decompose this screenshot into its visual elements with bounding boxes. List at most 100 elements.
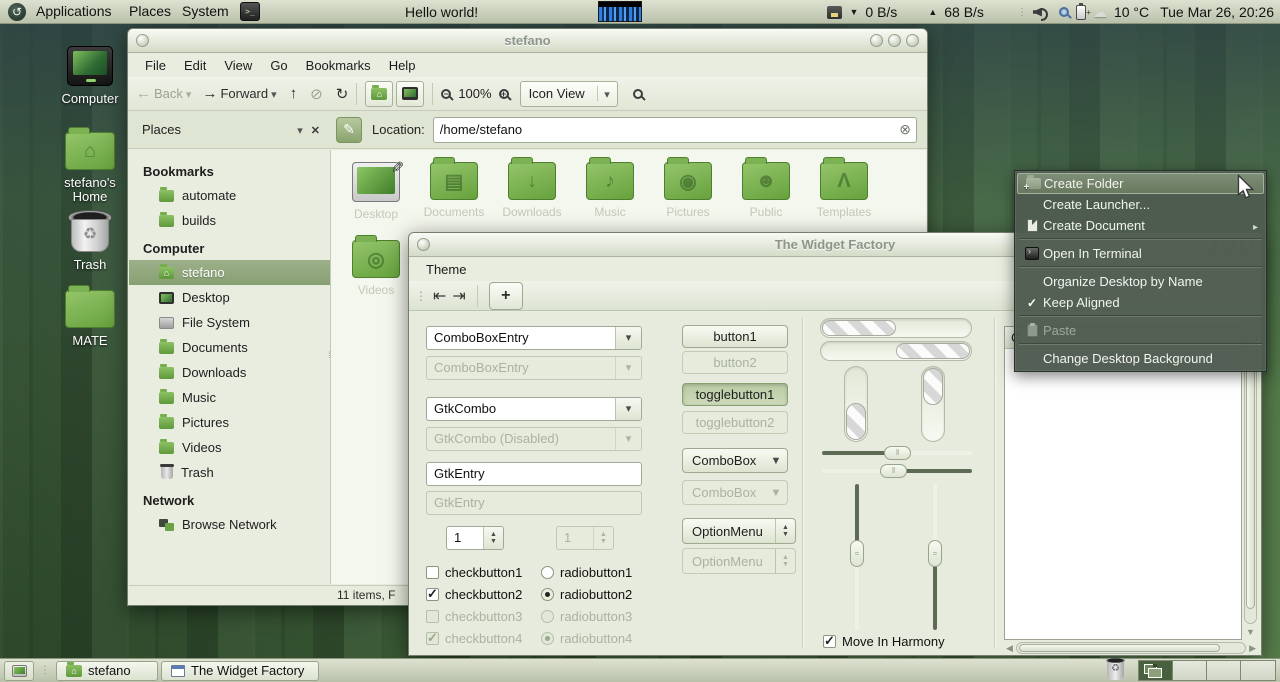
trash-applet-icon[interactable] bbox=[1107, 661, 1124, 680]
stop-icon[interactable] bbox=[310, 85, 323, 103]
back-history-dropdown-icon[interactable] bbox=[186, 86, 192, 101]
dropdown-arrow-icon[interactable] bbox=[615, 327, 641, 349]
sidebar-item-automate[interactable]: automate bbox=[129, 183, 330, 208]
menu-system[interactable]: System bbox=[180, 3, 231, 19]
file-templates[interactable]: ΛTemplates bbox=[805, 162, 883, 238]
forward-arrow-icon[interactable] bbox=[202, 85, 217, 102]
button1[interactable]: button1 bbox=[682, 325, 788, 348]
workspace-1[interactable] bbox=[1139, 661, 1173, 680]
back-button-label[interactable]: Back bbox=[154, 86, 183, 101]
add-button[interactable]: + bbox=[489, 282, 523, 310]
sidebar-item-file-system[interactable]: File System bbox=[129, 310, 330, 335]
close-sidebar-icon[interactable] bbox=[311, 122, 320, 137]
file-music[interactable]: ♪Music bbox=[571, 162, 649, 238]
slider-handle[interactable]: ‖ bbox=[884, 446, 911, 460]
menu-item-organize-desktop[interactable]: Organize Desktop by Name bbox=[1017, 271, 1264, 292]
clear-location-icon[interactable] bbox=[899, 121, 916, 138]
gtkentry[interactable]: GtkEntry bbox=[426, 462, 642, 486]
network-applet-icon[interactable] bbox=[827, 6, 842, 19]
places-header-label[interactable]: Places bbox=[142, 122, 289, 137]
slider-handle[interactable]: = bbox=[850, 540, 864, 567]
sidebar-item-videos[interactable]: Videos bbox=[129, 435, 330, 460]
system-monitor-applet[interactable] bbox=[598, 1, 642, 22]
workspace-3[interactable] bbox=[1207, 661, 1241, 680]
toolbar-grip[interactable] bbox=[415, 288, 427, 303]
menu-view[interactable]: View bbox=[215, 56, 261, 75]
menu-file[interactable]: File bbox=[136, 56, 175, 75]
checkbox-checked-icon[interactable] bbox=[823, 635, 836, 648]
tasklist-grip[interactable]: ⋮ bbox=[40, 665, 50, 676]
sidebar-item-browse-network[interactable]: Browse Network bbox=[129, 512, 330, 537]
radiobutton2[interactable]: radiobutton2 bbox=[541, 587, 632, 602]
spinbutton[interactable]: 1 ▲▼ bbox=[446, 526, 504, 550]
places-dropdown-icon[interactable] bbox=[297, 122, 303, 137]
menu-edit[interactable]: Edit bbox=[175, 56, 215, 75]
comboboxentry[interactable]: ComboBoxEntry bbox=[426, 326, 642, 350]
vertical-scrollbar[interactable]: ▼ bbox=[1244, 328, 1257, 624]
sidebar-item-pictures[interactable]: Pictures bbox=[129, 410, 330, 435]
search-icon[interactable] bbox=[633, 89, 643, 99]
menu-item-create-folder[interactable]: Create Folder bbox=[1017, 173, 1264, 194]
minimize-button[interactable] bbox=[870, 34, 883, 47]
file-manager-titlebar[interactable]: stefano bbox=[128, 29, 927, 53]
tray-grip[interactable]: ⋮ bbox=[1017, 7, 1026, 18]
sidebar-item-documents[interactable]: Documents bbox=[129, 335, 330, 360]
combobox[interactable]: ComboBox▼ bbox=[682, 448, 788, 473]
forward-button-label[interactable]: Forward bbox=[220, 86, 268, 101]
checkbutton1[interactable]: checkbutton1 bbox=[426, 565, 522, 580]
go-last-icon[interactable] bbox=[452, 286, 465, 306]
vscale1[interactable]: = bbox=[850, 484, 864, 630]
togglebutton1[interactable]: togglebutton1 bbox=[682, 383, 788, 406]
menu-go[interactable]: Go bbox=[261, 56, 296, 75]
scrollbar-thumb[interactable] bbox=[1246, 331, 1255, 609]
file-public[interactable]: ☻Public bbox=[727, 162, 805, 238]
clock[interactable]: Tue Mar 26, 20:26 bbox=[1160, 4, 1274, 20]
spin-value[interactable]: 1 bbox=[447, 527, 483, 549]
slider-handle[interactable]: = bbox=[928, 540, 942, 567]
show-desktop-button[interactable] bbox=[4, 661, 34, 681]
spin-arrows-icon[interactable]: ▲▼ bbox=[483, 527, 503, 549]
volume-icon[interactable] bbox=[1033, 6, 1048, 19]
menu-item-create-document[interactable]: Create Document bbox=[1017, 215, 1264, 236]
desktop-icon-computer[interactable]: Computer bbox=[52, 46, 128, 106]
zoom-in-icon[interactable]: + bbox=[499, 89, 509, 99]
window-menu-button[interactable] bbox=[417, 238, 430, 251]
zoom-out-icon[interactable]: − bbox=[441, 89, 451, 99]
edit-location-button[interactable] bbox=[336, 117, 362, 143]
computer-button[interactable] bbox=[396, 81, 424, 107]
optionmenu[interactable]: OptionMenu▲▼ bbox=[682, 518, 796, 544]
go-first-icon[interactable] bbox=[433, 286, 446, 306]
move-in-harmony-checkbox[interactable]: Move In Harmony bbox=[823, 634, 945, 649]
home-button[interactable] bbox=[365, 81, 393, 107]
refresh-icon[interactable] bbox=[336, 85, 349, 103]
file-desktop[interactable]: Desktop bbox=[337, 162, 415, 238]
scrollbar-thumb[interactable] bbox=[1019, 644, 1220, 652]
sidebar-item-trash[interactable]: Trash bbox=[129, 460, 330, 485]
menu-bookmarks[interactable]: Bookmarks bbox=[297, 56, 380, 75]
sidebar-item-downloads[interactable]: Downloads bbox=[129, 360, 330, 385]
desktop-icon-mate[interactable]: MATE bbox=[52, 290, 128, 348]
menu-item-change-desktop-background[interactable]: Change Desktop Background bbox=[1017, 348, 1264, 369]
menu-item-keep-aligned[interactable]: Keep Aligned bbox=[1017, 292, 1264, 313]
sidebar-item-builds[interactable]: builds bbox=[129, 208, 330, 233]
window-menu-button[interactable] bbox=[136, 34, 149, 47]
maximize-button[interactable] bbox=[888, 34, 901, 47]
radio-selected-icon[interactable] bbox=[541, 588, 554, 601]
location-input[interactable] bbox=[434, 122, 900, 137]
menu-places[interactable]: Places bbox=[127, 3, 173, 19]
close-button[interactable] bbox=[906, 34, 919, 47]
file-documents[interactable]: ▤Documents bbox=[415, 162, 493, 238]
gtkcombo[interactable]: GtkCombo bbox=[426, 397, 642, 421]
scroll-right-icon[interactable]: ▶ bbox=[1249, 643, 1256, 654]
radio-icon[interactable] bbox=[541, 566, 554, 579]
battery-icon[interactable] bbox=[1076, 5, 1086, 20]
menu-theme[interactable]: Theme bbox=[417, 260, 475, 279]
sidebar-item-stefano[interactable]: stefano bbox=[129, 260, 330, 285]
menu-applications[interactable]: Applications bbox=[34, 3, 114, 19]
main-menu-icon[interactable] bbox=[8, 3, 26, 21]
desktop-icon-home[interactable]: ⌂ stefano's Home bbox=[52, 132, 128, 204]
file-videos[interactable]: ◎Videos bbox=[337, 240, 415, 316]
dropdown-arrow-icon[interactable] bbox=[615, 398, 641, 420]
slider-handle[interactable]: ‖ bbox=[880, 464, 907, 478]
workspace-4[interactable] bbox=[1241, 661, 1275, 680]
